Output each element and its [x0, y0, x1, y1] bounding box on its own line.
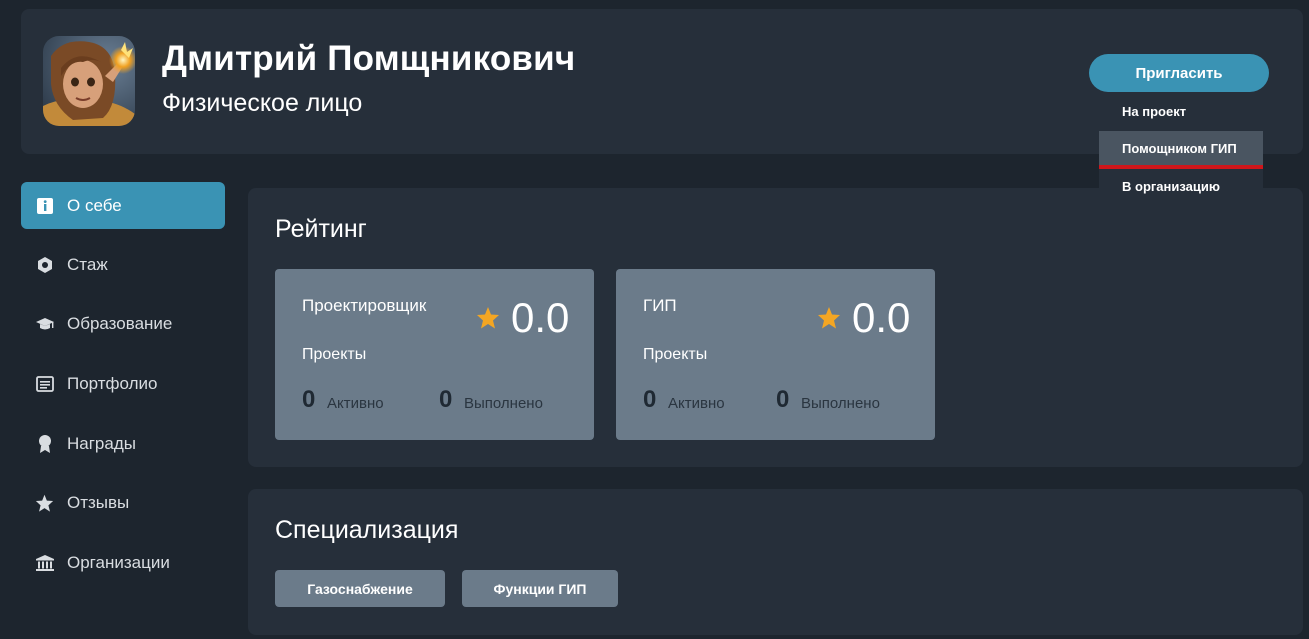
sidebar-item-label: Организации — [67, 552, 170, 572]
specialization-panel: Специализация Газоснабжение Функции ГИП — [248, 489, 1303, 635]
sidebar-item-experience[interactable]: Стаж — [21, 241, 225, 288]
rating-score: 0.0 — [852, 294, 911, 341]
sidebar-item-label: О себе — [67, 195, 122, 215]
portfolio-icon — [21, 375, 67, 392]
projects-label: Проекты — [302, 346, 367, 363]
projects-label: Проекты — [643, 346, 708, 363]
sidebar-item-label: Образование — [67, 313, 173, 333]
hexagon-icon — [21, 256, 67, 274]
rating-panel: Рейтинг Проектировщик 0.0 Проекты 0 Акти… — [248, 188, 1303, 467]
sidebar-item-portfolio[interactable]: Портфолио — [21, 360, 225, 407]
specialization-tag[interactable]: Функции ГИП — [462, 570, 618, 607]
avatar[interactable] — [43, 36, 135, 126]
rating-card-designer: Проектировщик 0.0 Проекты 0 Активно 0 Вы… — [275, 269, 594, 440]
star-icon — [477, 307, 499, 329]
active-label: Активно — [327, 395, 384, 412]
done-count: 0 — [439, 386, 453, 413]
sidebar-item-label: Отзывы — [67, 492, 130, 512]
active-count: 0 — [643, 386, 657, 413]
sidebar-item-awards[interactable]: Награды — [21, 420, 225, 467]
avatar-image — [43, 36, 135, 126]
rating-title: Рейтинг — [275, 215, 367, 243]
star-icon — [818, 307, 840, 329]
sidebar-item-label: Награды — [67, 433, 136, 453]
rating-role: ГИП — [643, 296, 677, 315]
star-icon — [21, 494, 67, 512]
sidebar-item-label: Портфолио — [67, 373, 158, 393]
invite-dropdown-menu: На проект Помощником ГИП В организацию — [1099, 94, 1263, 201]
invite-as-assistant-item[interactable]: Помощником ГИП — [1099, 131, 1263, 166]
user-type: Физическое лицо — [162, 89, 363, 117]
user-name: Дмитрий Помщникович — [162, 39, 576, 78]
rating-card-gip: ГИП 0.0 Проекты 0 Активно 0 Выполнено — [616, 269, 935, 440]
sidebar-item-about[interactable]: О себе — [21, 182, 225, 229]
active-count: 0 — [302, 386, 316, 413]
graduation-cap-icon — [21, 315, 67, 333]
invite-button[interactable]: Пригласить — [1089, 54, 1269, 92]
sidebar-item-organizations[interactable]: Организации — [21, 539, 225, 586]
sidebar-item-education[interactable]: Образование — [21, 300, 225, 347]
done-label: Выполнено — [801, 395, 880, 412]
institution-icon — [21, 554, 67, 572]
award-icon — [21, 434, 67, 454]
sidebar-item-reviews[interactable]: Отзывы — [21, 479, 225, 526]
rating-score: 0.0 — [511, 294, 570, 341]
specialization-title: Специализация — [275, 516, 459, 544]
done-label: Выполнено — [464, 395, 543, 412]
done-count: 0 — [776, 386, 790, 413]
info-icon — [21, 197, 67, 215]
active-label: Активно — [668, 395, 725, 412]
invite-to-organization-item[interactable]: В организацию — [1099, 169, 1263, 204]
rating-role: Проектировщик — [302, 296, 427, 315]
sidebar-item-label: Стаж — [67, 254, 108, 274]
specialization-tag[interactable]: Газоснабжение — [275, 570, 445, 607]
invite-to-project-item[interactable]: На проект — [1099, 94, 1263, 129]
